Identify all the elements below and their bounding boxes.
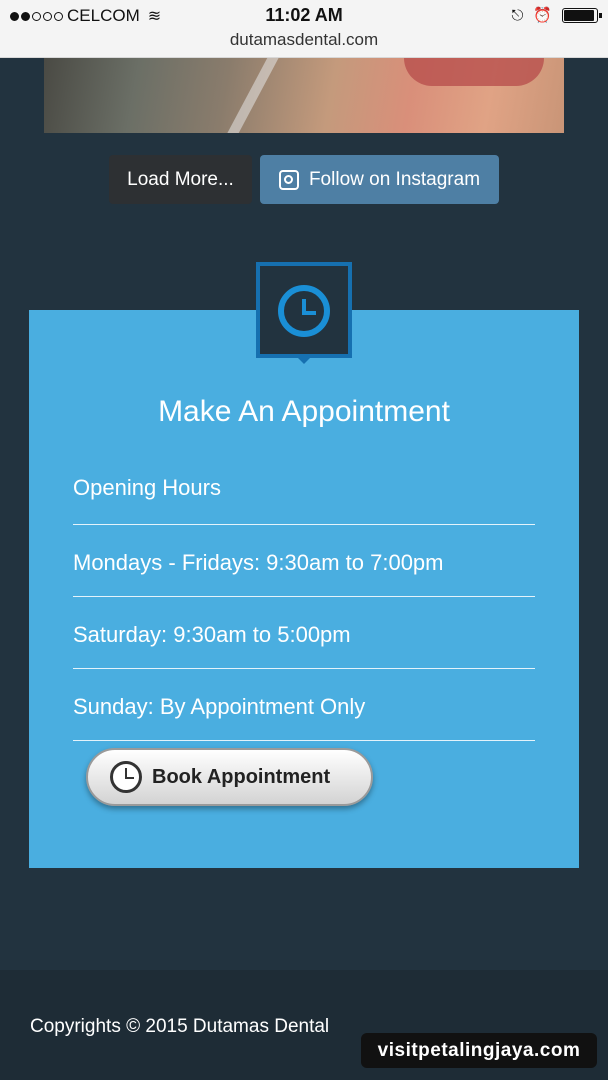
divider — [73, 740, 535, 741]
status-icons: ⎋ ⏰ — [511, 6, 602, 24]
address-bar-url[interactable]: dutamasdental.com — [0, 30, 608, 50]
photo-detail — [218, 58, 280, 133]
follow-instagram-button[interactable]: Follow on Instagram — [260, 155, 499, 204]
load-more-button[interactable]: Load More... — [109, 155, 252, 204]
watermark: visitpetalingjaya.com — [361, 1033, 597, 1068]
copyright-text: Copyrights © 2015 Dutamas Dental — [30, 1016, 330, 1037]
hours-saturday: Saturday: 9:30am to 5:00pm — [73, 622, 351, 647]
clock-icon — [278, 285, 330, 337]
divider — [73, 596, 535, 597]
book-appointment-button[interactable]: Book Appointment — [86, 748, 373, 806]
opening-hours-heading: Opening Hours — [73, 475, 221, 500]
divider — [73, 524, 535, 525]
photo-detail — [404, 58, 544, 86]
hours-sunday: Sunday: By Appointment Only — [73, 694, 366, 719]
badge-pointer — [296, 356, 312, 364]
clock-icon — [110, 761, 142, 793]
hours-weekdays: Mondays - Fridays: 9:30am to 7:00pm — [73, 550, 444, 575]
orientation-lock-icon: ⎋ — [511, 6, 524, 24]
book-appointment-label: Book Appointment — [152, 765, 331, 788]
clock-badge-inner — [260, 266, 348, 354]
instagram-icon — [278, 169, 299, 190]
appointment-title: Make An Appointment — [158, 395, 450, 428]
divider — [73, 668, 535, 669]
alarm-icon: ⏰ — [533, 7, 552, 24]
follow-instagram-label: Follow on Instagram — [308, 168, 481, 190]
appointment-card: Make An Appointment Opening Hours Monday… — [29, 310, 579, 868]
instagram-photo[interactable] — [44, 58, 564, 133]
footer: Copyrights © 2015 Dutamas Dental visitpe… — [0, 970, 608, 1080]
clock-hand — [302, 311, 316, 315]
status-bar: CELCOM ≋ 11:02 AM ⎋ ⏰ dutamasdental.com — [0, 0, 608, 58]
battery-fill — [564, 9, 595, 21]
battery-icon — [562, 7, 602, 23]
clock-badge-icon — [256, 262, 352, 364]
